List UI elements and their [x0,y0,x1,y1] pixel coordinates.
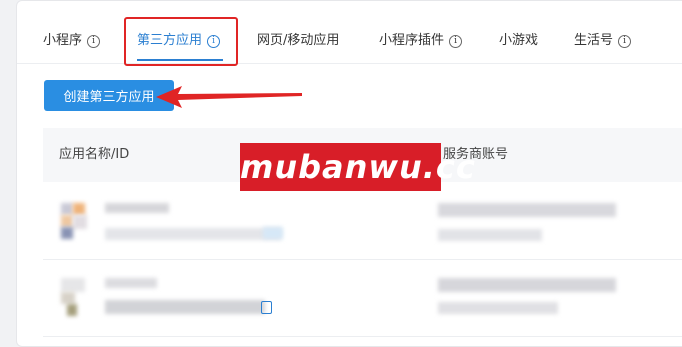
tab-label: 小程序插件 [379,33,445,48]
create-third-party-app-button[interactable]: 创建第三方应用 [44,80,174,111]
tab-miniprogram-plugin[interactable]: 小程序插件 i [379,31,463,51]
tab-web-mobile-app[interactable]: 网页/移动应用 [257,31,339,51]
table-row[interactable] [43,260,682,337]
app-avatar [61,278,97,316]
provider-account-redacted [438,203,616,217]
info-icon[interactable]: i [449,35,463,48]
table-row[interactable] [43,183,682,260]
provider-account-detail-redacted [438,302,558,314]
provider-account-redacted [438,278,616,292]
app-id-redacted [105,228,281,240]
info-icon[interactable]: i [87,35,101,48]
copy-icon[interactable] [261,301,272,314]
column-header-app-name-id: 应用名称/ID [59,147,130,162]
tab-bar: 小程序 i 第三方应用 i 网页/移动应用 小程序插件 i 小游戏 生活号 i [17,1,682,64]
red-arrow-annotation [156,86,302,108]
annotation-highlight-box [124,17,238,66]
tab-miniprogram[interactable]: 小程序 i [43,31,101,51]
app-avatar [61,203,97,239]
app-name-redacted [105,203,169,213]
app-id-redacted [105,300,265,314]
app-name-redacted [105,278,157,288]
info-icon[interactable]: i [618,35,632,48]
tab-mini-game[interactable]: 小游戏 [499,31,538,51]
copy-icon[interactable] [263,227,283,239]
tab-label: 小程序 [43,33,83,48]
provider-account-detail-redacted [438,229,542,241]
watermark: mubanwu.cc [240,143,475,191]
tab-label: 小游戏 [499,33,539,48]
tab-label: 网页/移动应用 [257,33,340,48]
tab-life-account[interactable]: 生活号 i [574,31,632,51]
tab-label: 生活号 [574,33,614,48]
